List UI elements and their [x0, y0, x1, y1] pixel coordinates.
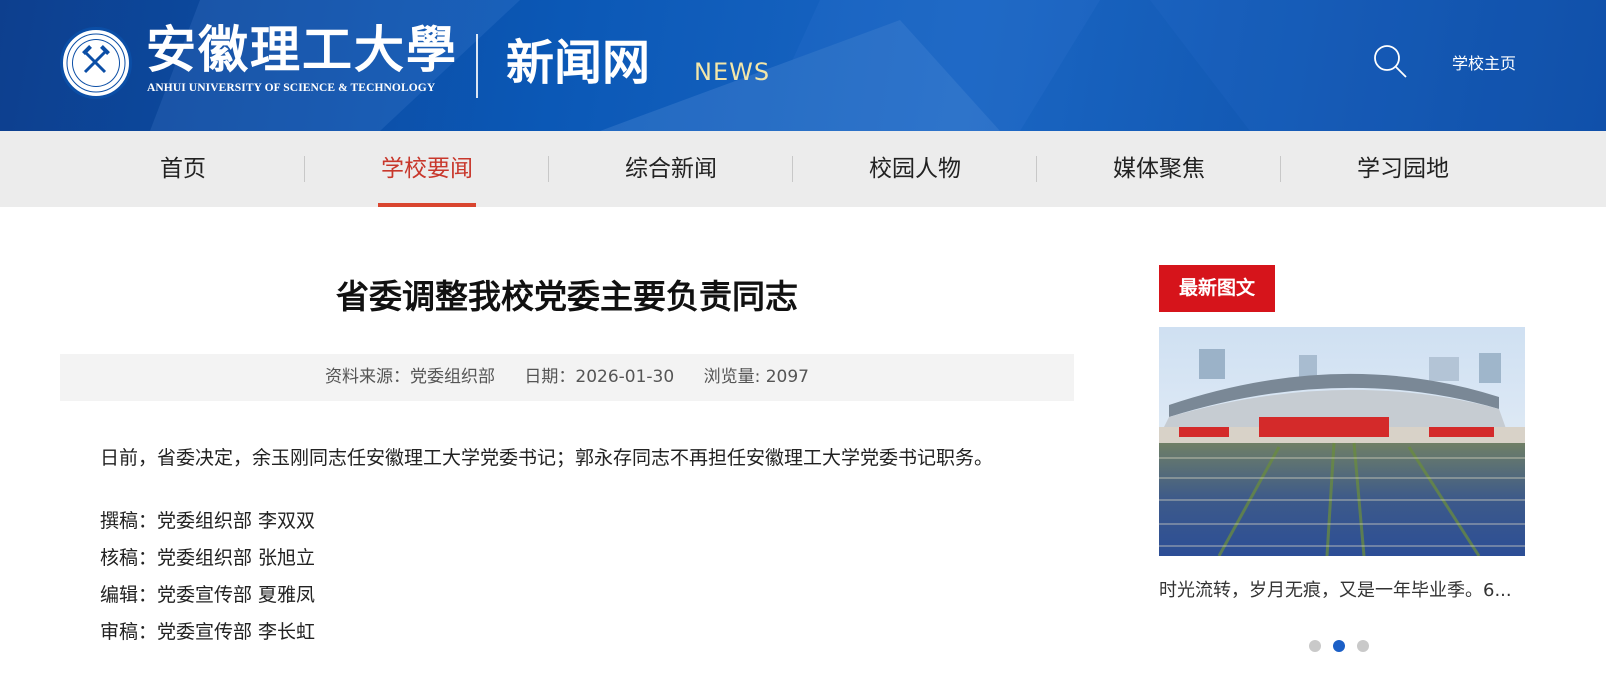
credit-writer: 撰稿：党委组织部 李双双 [100, 510, 316, 532]
nav-item-study-garden[interactable]: 学习园地 [1281, 131, 1525, 207]
latest-photo-news-tag: 最新图文 [1159, 265, 1275, 312]
article-credits: 撰稿：党委组织部 李双双 核稿：党委组织部 张旭立 编辑：党委宣传部 夏雅凤 审… [100, 503, 315, 651]
nav-item-label: 媒体聚焦 [1113, 156, 1205, 182]
nav-item-home[interactable]: 首页 [61, 131, 305, 207]
active-tab-indicator [378, 203, 476, 207]
university-name-chinese[interactable]: 安徽理工大學 [146, 20, 458, 80]
nav-item-label: 首页 [160, 156, 206, 182]
photo-news-caption[interactable]: 时光流转，岁月无痕，又是一年毕业季。6... [1159, 576, 1525, 602]
article-view-count: 浏览量: 2097 [703, 367, 809, 387]
header-divider [476, 34, 478, 98]
nav-item-general-news[interactable]: 综合新闻 [549, 131, 793, 207]
credit-approver: 审稿：党委宣传部 李长虹 [100, 621, 316, 643]
nav-item-label: 综合新闻 [625, 156, 717, 182]
site-title-english: NEWS [694, 58, 771, 86]
credit-editor: 编辑：党委宣传部 夏雅凤 [100, 584, 316, 606]
nav-item-campus-people[interactable]: 校园人物 [793, 131, 1037, 207]
nav-item-media-focus[interactable]: 媒体聚焦 [1037, 131, 1281, 207]
carousel-dot-3[interactable] [1357, 640, 1369, 652]
university-logo-emblem[interactable] [60, 27, 132, 99]
main-navigation: 首页 学校要闻 综合新闻 校园人物 媒体聚焦 学习园地 [0, 131, 1606, 207]
article-date: 日期：2026-01-30 [524, 367, 675, 387]
university-homepage-link[interactable]: 学校主页 [1452, 50, 1516, 74]
site-title-chinese[interactable]: 新闻网 [506, 33, 650, 93]
nav-item-label: 学校要闻 [381, 156, 473, 182]
university-name-english: ANHUI UNIVERSITY OF SCIENCE & TECHNOLOGY [147, 82, 436, 94]
article-meta-bar: 资料来源：党委组织部 日期：2026-01-30 浏览量: 2097 [60, 354, 1074, 401]
carousel-pagination [1309, 640, 1381, 654]
credit-reviewer: 核稿：党委组织部 张旭立 [100, 547, 316, 569]
site-header: 安徽理工大學 ANHUI UNIVERSITY OF SCIENCE & TEC… [0, 0, 1606, 131]
search-icon [1374, 45, 1407, 78]
search-button[interactable] [1371, 42, 1409, 80]
stadium-image [1159, 327, 1525, 556]
carousel-dot-1[interactable] [1309, 640, 1321, 652]
carousel-dot-2[interactable] [1333, 640, 1345, 652]
nav-item-label: 校园人物 [869, 156, 961, 182]
nav-item-label: 学习园地 [1357, 156, 1449, 182]
article-source: 资料来源：党委组织部 [324, 367, 495, 387]
article-paragraph: 日前，省委决定，余玉刚同志任安徽理工大学党委书记；郭永存同志不再担任安徽理工大学… [100, 447, 994, 469]
article-title: 省委调整我校党委主要负责同志 [336, 277, 798, 316]
graduation-ceremony-photo[interactable] [1159, 327, 1525, 556]
nav-item-school-news[interactable]: 学校要闻 [305, 131, 549, 207]
